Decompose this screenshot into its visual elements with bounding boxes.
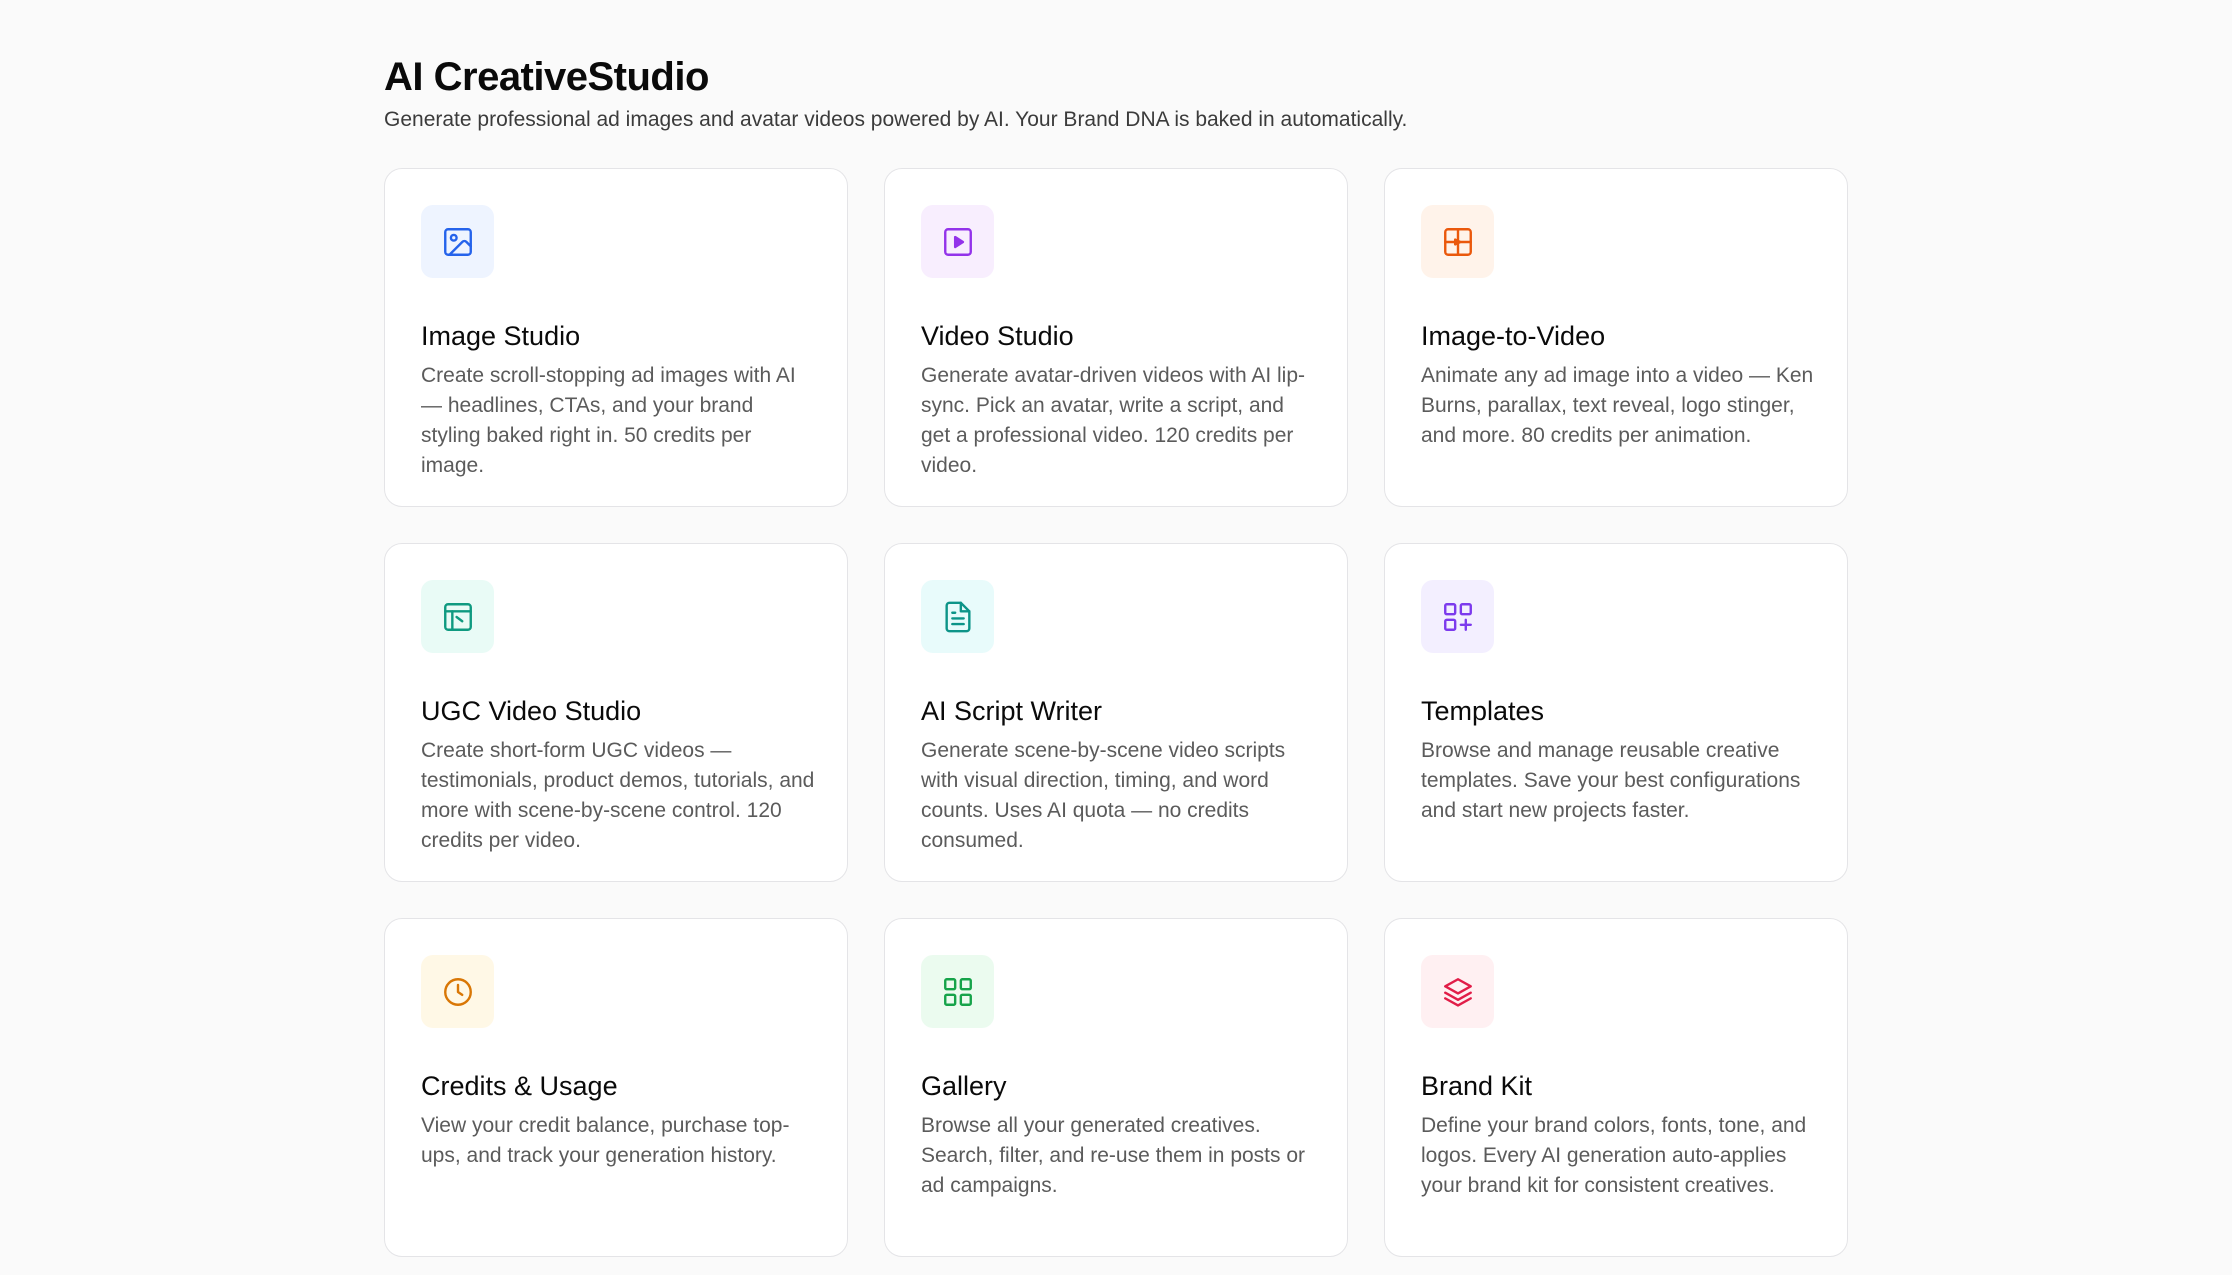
page-subtitle: Generate professional ad images and avat… bbox=[384, 108, 1408, 131]
studio-tools-grid: Image Studio Create scroll-stopping ad i… bbox=[384, 168, 1848, 1257]
card-ai-script-writer[interactable]: AI Script Writer Generate scene-by-scene… bbox=[884, 543, 1348, 882]
creative-studio-page: AI CreativeStudio Generate professional … bbox=[0, 0, 2232, 1275]
clock-icon bbox=[421, 955, 494, 1028]
card-description: Create scroll-stopping ad images with AI… bbox=[421, 364, 796, 477]
card-title: Image Studio bbox=[421, 321, 581, 351]
card-description: Generate avatar-driven videos with AI li… bbox=[921, 364, 1306, 477]
card-brand-kit[interactable]: Brand Kit Define your brand colors, font… bbox=[1384, 918, 1848, 1257]
document-icon bbox=[921, 580, 994, 653]
card-video-studio[interactable]: Video Studio Generate avatar-driven vide… bbox=[884, 168, 1348, 507]
image-icon bbox=[421, 205, 494, 278]
card-title: Templates bbox=[1421, 696, 1545, 726]
layers-icon bbox=[1421, 955, 1494, 1028]
card-gallery[interactable]: Gallery Browse all your generated creati… bbox=[884, 918, 1348, 1257]
card-description: Create short-form UGC videos — testimoni… bbox=[421, 739, 815, 852]
film-icon bbox=[1421, 205, 1494, 278]
add-grid-icon bbox=[1421, 580, 1494, 653]
play-icon bbox=[921, 205, 994, 278]
card-templates[interactable]: Templates Browse and manage reusable cre… bbox=[1384, 543, 1848, 882]
card-title: Brand Kit bbox=[1421, 1071, 1533, 1101]
card-description: View your credit balance, purchase top-u… bbox=[421, 1114, 790, 1167]
card-credits-usage[interactable]: Credits & Usage View your credit balance… bbox=[384, 918, 848, 1257]
card-title: Gallery bbox=[921, 1071, 1007, 1101]
clapperboard-icon bbox=[421, 580, 494, 653]
grid-icon bbox=[921, 955, 994, 1028]
card-title: Credits & Usage bbox=[421, 1071, 618, 1101]
card-image-studio[interactable]: Image Studio Create scroll-stopping ad i… bbox=[384, 168, 848, 507]
card-description: Browse and manage reusable creative temp… bbox=[1421, 739, 1801, 822]
card-title: Video Studio bbox=[921, 321, 1074, 351]
card-title: AI Script Writer bbox=[921, 696, 1103, 726]
card-description: Define your brand colors, fonts, tone, a… bbox=[1421, 1114, 1807, 1197]
card-description: Browse all your generated creatives. Sea… bbox=[921, 1114, 1306, 1197]
page-header: AI CreativeStudio Generate professional … bbox=[384, 52, 1884, 135]
page-title: AI CreativeStudio bbox=[384, 55, 709, 99]
card-title: Image-to-Video bbox=[1421, 321, 1606, 351]
card-description: Animate any ad image into a video — Ken … bbox=[1421, 364, 1814, 447]
card-title: UGC Video Studio bbox=[421, 696, 642, 726]
card-image-to-video[interactable]: Image-to-Video Animate any ad image into… bbox=[1384, 168, 1848, 507]
card-ugc-video-studio[interactable]: UGC Video Studio Create short-form UGC v… bbox=[384, 543, 848, 882]
card-description: Generate scene-by-scene video scripts wi… bbox=[921, 739, 1286, 852]
